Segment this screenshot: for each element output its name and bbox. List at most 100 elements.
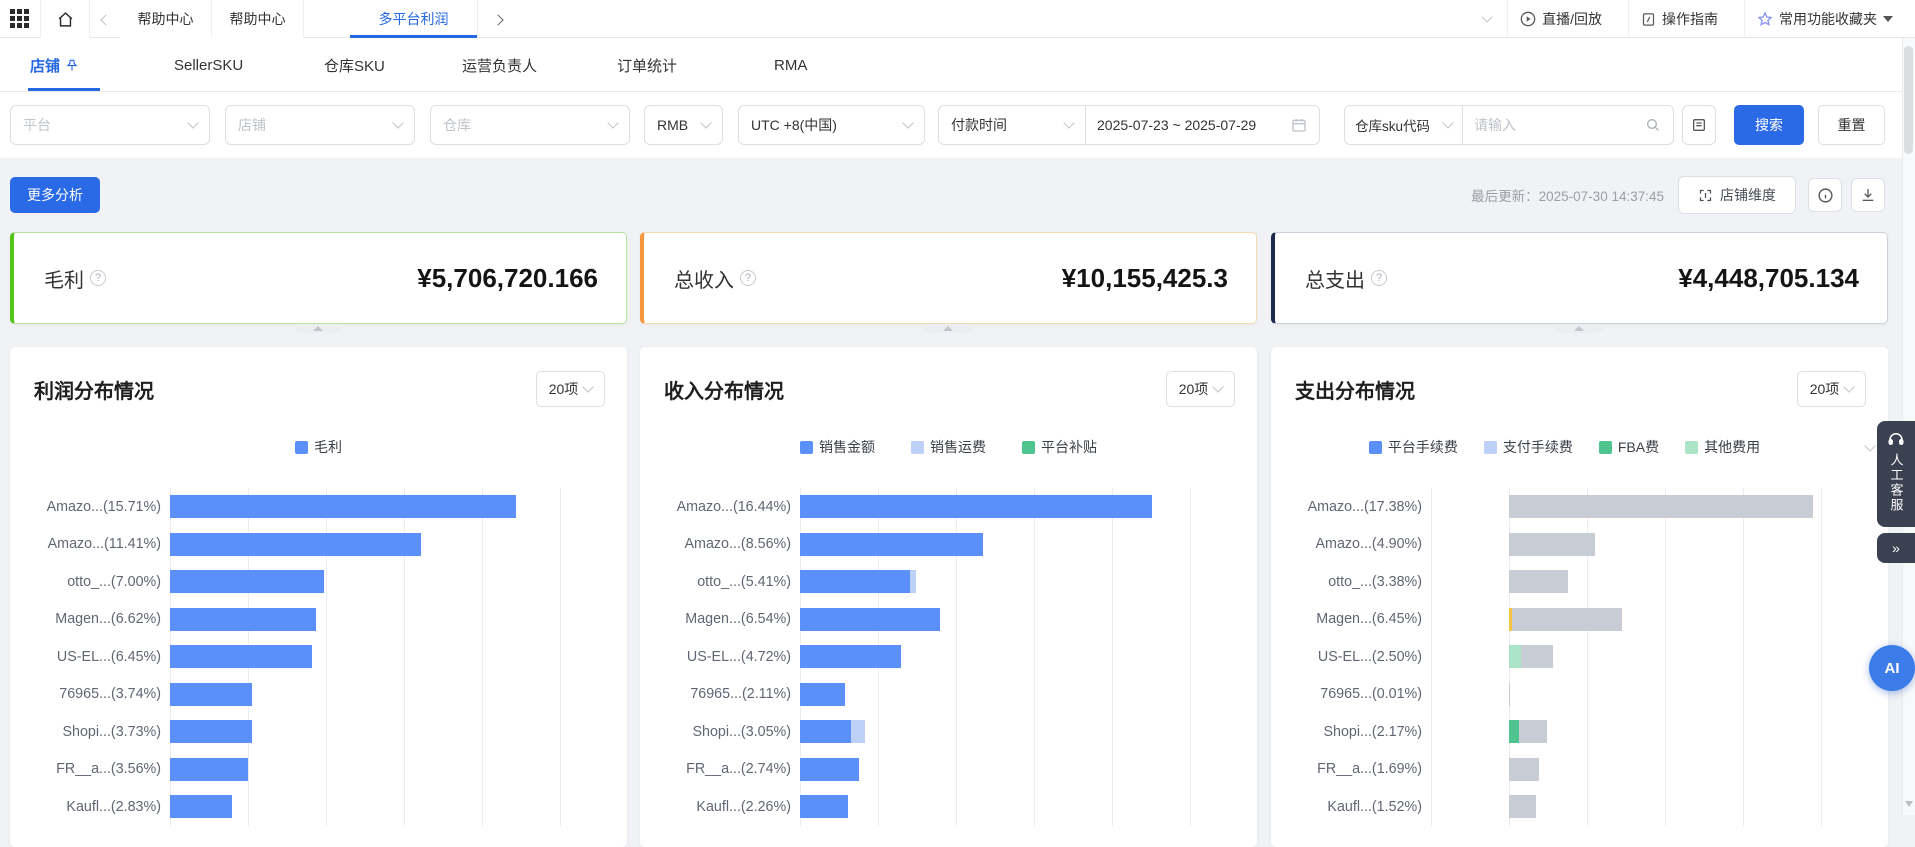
items-count-dropdown[interactable]: 20项 xyxy=(1166,371,1235,407)
bar-stack[interactable] xyxy=(800,683,845,706)
legend-item[interactable]: 支付手续费 xyxy=(1484,437,1573,457)
kpi-expand-caret[interactable] xyxy=(1555,324,1603,333)
tab-warehouse-sku[interactable]: 仓库SKU xyxy=(324,38,385,92)
tab-order-stats[interactable]: 订单统计 xyxy=(617,38,677,92)
tab-shop[interactable]: 店铺 xyxy=(30,38,79,92)
bar-label: Shopi...(3.05%) xyxy=(640,724,800,740)
bar-stack[interactable] xyxy=(1509,720,1547,743)
legend-item[interactable]: 平台手续费 xyxy=(1369,437,1458,457)
ai-assistant-button[interactable]: AI xyxy=(1869,645,1915,691)
scrollbar-down-arrow[interactable] xyxy=(1905,801,1913,807)
batch-input-button[interactable] xyxy=(1682,105,1716,145)
dimension-switch-button[interactable]: 店铺维度 xyxy=(1678,176,1796,214)
bar-plot xyxy=(170,713,610,751)
tab-operation-manager[interactable]: 运营负责人 xyxy=(462,38,537,92)
bar-plot xyxy=(800,713,1240,751)
question-circle-icon[interactable]: ? xyxy=(90,270,106,286)
legend-item[interactable]: 其他费用 xyxy=(1685,437,1760,457)
bar-stack[interactable] xyxy=(800,758,859,781)
bar-stack[interactable] xyxy=(1509,570,1568,593)
reset-button[interactable]: 重置 xyxy=(1818,105,1885,145)
bar-stack[interactable] xyxy=(800,608,940,631)
bar-stack[interactable] xyxy=(170,720,252,743)
bar-stack[interactable] xyxy=(1509,645,1553,668)
bar-stack[interactable] xyxy=(170,645,312,668)
bar-segment xyxy=(170,683,252,706)
timezone-select[interactable]: UTC +8(中国) xyxy=(738,105,925,145)
tab-scroll-right-icon[interactable] xyxy=(492,14,503,25)
search-button[interactable]: 搜索 xyxy=(1734,105,1804,145)
tab-rma[interactable]: RMA xyxy=(774,38,807,92)
question-circle-icon[interactable]: ? xyxy=(740,270,756,286)
legend-item[interactable]: FBA费 xyxy=(1599,437,1659,457)
bar-label: otto_...(7.00%) xyxy=(10,574,170,590)
download-button[interactable] xyxy=(1851,178,1885,212)
currency-select[interactable]: RMB xyxy=(644,105,723,145)
pin-icon[interactable] xyxy=(65,58,79,72)
shop-select[interactable]: 店铺 xyxy=(225,105,415,145)
warehouse-select[interactable]: 仓库 xyxy=(430,105,630,145)
bar-stack[interactable] xyxy=(1509,608,1622,631)
bar-stack[interactable] xyxy=(800,495,1152,518)
favorites-button[interactable]: 常用功能收藏夹 xyxy=(1744,0,1905,38)
collapse-chevron-icon[interactable] xyxy=(1481,11,1492,22)
keyword-input[interactable] xyxy=(1474,117,1614,133)
legend-collapse-chevron-icon[interactable] xyxy=(1866,437,1874,455)
guide-label: 操作指南 xyxy=(1662,9,1718,29)
bar-plot xyxy=(800,676,1240,714)
tab-sellersku[interactable]: SellerSKU xyxy=(174,38,243,92)
bar-stack[interactable] xyxy=(800,645,901,668)
guide-button[interactable]: 操作指南 xyxy=(1628,0,1730,38)
bar-stack[interactable] xyxy=(800,533,983,556)
tab-help-center-2[interactable]: 帮助中心 xyxy=(212,0,304,38)
bar-stack[interactable] xyxy=(1509,533,1595,556)
kpi-expand-caret[interactable] xyxy=(294,324,342,333)
tab-multi-platform-profit[interactable]: 多平台利润 xyxy=(350,0,478,38)
vertical-scrollbar-thumb[interactable] xyxy=(1904,46,1913,154)
sku-type-select[interactable]: 仓库sku代码 xyxy=(1345,106,1462,144)
bar-stack[interactable] xyxy=(170,608,316,631)
legend-item[interactable]: 平台补贴 xyxy=(1022,437,1097,457)
more-analysis-button[interactable]: 更多分析 xyxy=(10,177,100,213)
kpi-label-text: 总收入 xyxy=(674,264,734,293)
bar-stack[interactable] xyxy=(800,720,865,743)
bar-stack[interactable] xyxy=(1509,495,1813,518)
kpi-value: ¥10,155,425.3 xyxy=(1062,263,1228,294)
bar-label: 76965...(0.01%) xyxy=(1271,686,1431,702)
live-replay-button[interactable]: 直播/回放 xyxy=(1507,0,1614,38)
bar-stack[interactable] xyxy=(1509,758,1539,781)
bar-stack[interactable] xyxy=(170,533,421,556)
bar-stack[interactable] xyxy=(170,758,248,781)
date-range-value: 2025-07-23 ~ 2025-07-29 xyxy=(1097,117,1256,133)
legend-item[interactable]: 销售金额 xyxy=(800,437,875,457)
platform-select[interactable]: 平台 xyxy=(10,105,210,145)
collapse-service-button[interactable]: » xyxy=(1877,533,1915,563)
home-tab[interactable] xyxy=(40,0,90,38)
info-button[interactable] xyxy=(1808,178,1842,212)
customer-service-button[interactable]: 人工客服 xyxy=(1877,421,1915,527)
shop-placeholder: 店铺 xyxy=(238,115,266,135)
bar-segment xyxy=(1509,720,1519,743)
tab-scroll-left-icon[interactable] xyxy=(100,14,111,25)
time-type-select[interactable]: 付款时间 xyxy=(939,106,1085,144)
bar-plot xyxy=(170,563,610,601)
date-range-picker[interactable]: 2025-07-23 ~ 2025-07-29 xyxy=(1085,106,1319,144)
legend-item[interactable]: 销售运费 xyxy=(911,437,986,457)
items-count-dropdown[interactable]: 20项 xyxy=(1797,371,1866,407)
search-icon[interactable] xyxy=(1645,117,1661,133)
legend-swatch xyxy=(1022,441,1035,454)
bar-stack[interactable] xyxy=(800,570,916,593)
items-count-dropdown[interactable]: 20项 xyxy=(536,371,605,407)
chart-bar-row: otto_...(3.38%) xyxy=(1271,563,1888,601)
legend-item[interactable]: 毛利 xyxy=(295,437,342,457)
bar-segment xyxy=(851,720,865,743)
question-circle-icon[interactable]: ? xyxy=(1371,270,1387,286)
tab-help-center-1[interactable]: 帮助中心 xyxy=(120,0,212,38)
kpi-expand-caret[interactable] xyxy=(924,324,972,333)
bar-stack[interactable] xyxy=(170,495,516,518)
bar-stack[interactable] xyxy=(170,683,252,706)
app-grid-menu-icon[interactable] xyxy=(10,9,30,29)
chart-bar-row: Shopi...(3.05%) xyxy=(640,713,1257,751)
bar-stack[interactable] xyxy=(170,570,324,593)
currency-value: RMB xyxy=(657,117,688,133)
